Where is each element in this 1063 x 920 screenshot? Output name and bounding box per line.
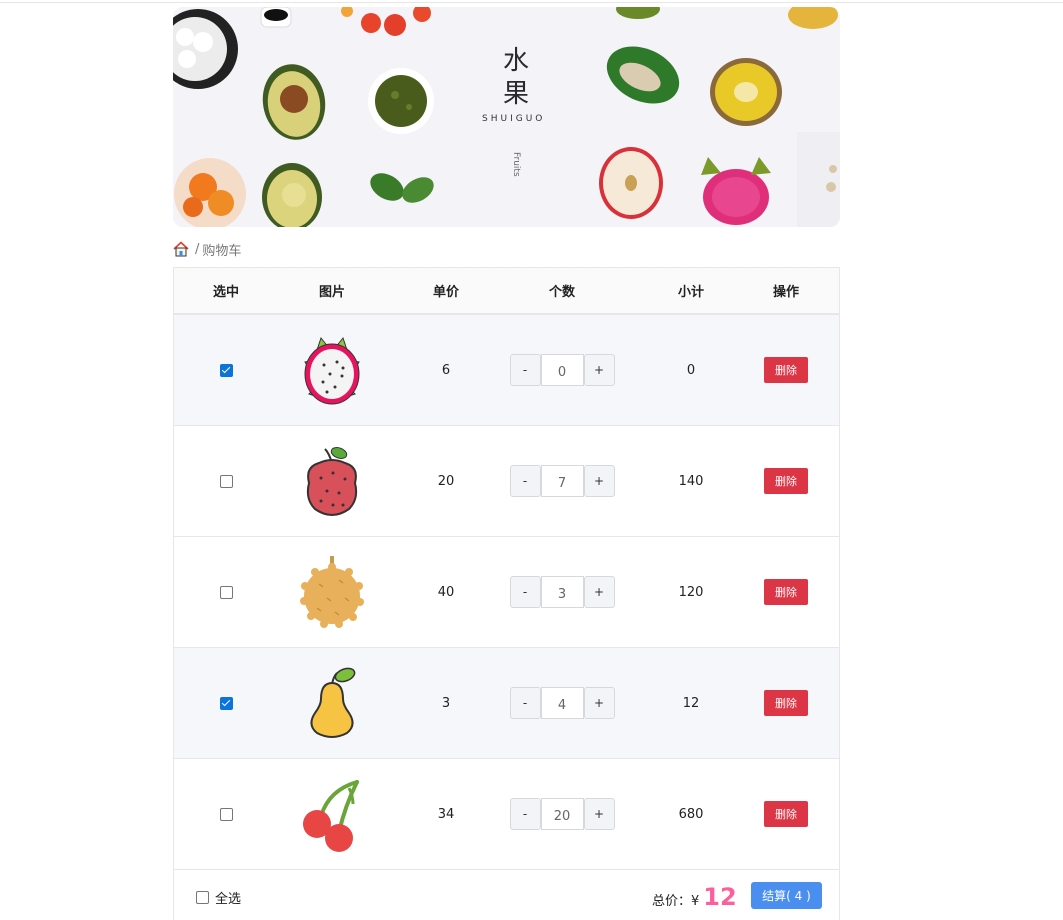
table-row: 20 - 7 + 140 删除 bbox=[174, 426, 839, 537]
table-row: 34 - 20 + 680 删除 bbox=[174, 759, 839, 870]
row-subtotal: 0 bbox=[686, 362, 696, 378]
row-checkbox[interactable] bbox=[219, 585, 233, 599]
increment-button[interactable]: + bbox=[583, 687, 615, 719]
select-all-checkbox[interactable] bbox=[196, 891, 209, 904]
quantity-input[interactable]: 20 bbox=[540, 798, 584, 830]
delete-button[interactable]: 删除 bbox=[764, 468, 808, 494]
quantity-stepper: - 20 + bbox=[509, 798, 615, 830]
row-price: 20 bbox=[437, 473, 455, 489]
header-select: 选中 bbox=[212, 285, 239, 300]
durian-icon bbox=[300, 556, 364, 628]
delete-button[interactable]: 删除 bbox=[764, 579, 808, 605]
quantity-stepper: - 4 + bbox=[509, 687, 615, 719]
decrement-button[interactable]: - bbox=[509, 798, 541, 830]
header-subtotal: 小计 bbox=[677, 285, 704, 300]
increment-button[interactable]: + bbox=[583, 576, 615, 608]
header-image: 图片 bbox=[318, 285, 345, 300]
header-quantity: 个数 bbox=[548, 285, 575, 300]
row-subtotal: 140 bbox=[678, 473, 704, 489]
decrement-button[interactable]: - bbox=[509, 465, 541, 497]
row-checkbox[interactable] bbox=[219, 474, 233, 488]
row-price: 6 bbox=[441, 362, 451, 378]
row-price: 34 bbox=[437, 806, 455, 822]
banner-title-char-1: 水 bbox=[503, 46, 530, 76]
fruit-banner: 水 果 SHUIGUO Fruits bbox=[173, 7, 840, 227]
banner-subtitle: SHUIGUO bbox=[482, 114, 546, 124]
breadcrumb-separator: / bbox=[195, 241, 200, 257]
pear-icon bbox=[310, 667, 356, 738]
cart-footer: 全选 总价：¥ 12 结算( 4 ) bbox=[173, 869, 840, 920]
dragon-fruit-icon bbox=[304, 336, 360, 405]
lychee-icon bbox=[306, 447, 358, 516]
banner-title-char-2: 果 bbox=[503, 79, 530, 109]
row-price: 40 bbox=[437, 584, 455, 600]
top-divider bbox=[0, 2, 1063, 3]
row-checkbox[interactable] bbox=[219, 696, 233, 710]
quantity-input[interactable]: 7 bbox=[540, 465, 584, 497]
delete-button[interactable]: 删除 bbox=[764, 690, 808, 716]
table-row: 3 - 4 + 12 删除 bbox=[174, 648, 839, 759]
total-amount: 12 bbox=[703, 883, 737, 911]
breadcrumb: / 购物车 bbox=[173, 240, 242, 259]
increment-button[interactable]: + bbox=[583, 465, 615, 497]
decrement-button[interactable]: - bbox=[509, 576, 541, 608]
select-all-label: 全选 bbox=[215, 892, 242, 907]
row-checkbox[interactable] bbox=[219, 807, 233, 821]
table-row: 6 - 0 + 0 删除 bbox=[174, 315, 839, 426]
decrement-button[interactable]: - bbox=[509, 687, 541, 719]
decrement-button[interactable]: - bbox=[509, 354, 541, 386]
delete-button[interactable]: 删除 bbox=[764, 357, 808, 383]
quantity-input[interactable]: 3 bbox=[540, 576, 584, 608]
cart-table: 选中 图片 单价 个数 小计 操作 6 - 0 + 0 删除 20 - 7 + … bbox=[173, 267, 840, 920]
table-header: 选中 图片 单价 个数 小计 操作 bbox=[174, 268, 839, 315]
home-icon[interactable] bbox=[173, 241, 189, 257]
header-actions: 操作 bbox=[772, 285, 799, 300]
quantity-stepper: - 7 + bbox=[509, 465, 615, 497]
increment-button[interactable]: + bbox=[583, 798, 615, 830]
total-price: 总价：¥ 12 bbox=[652, 883, 737, 911]
header-price: 单价 bbox=[432, 285, 459, 300]
table-row: 40 - 3 + 120 删除 bbox=[174, 537, 839, 648]
select-all[interactable]: 全选 bbox=[196, 888, 241, 907]
cherry-icon bbox=[303, 780, 359, 852]
breadcrumb-current: 购物车 bbox=[202, 243, 242, 259]
quantity-input[interactable]: 4 bbox=[540, 687, 584, 719]
row-price: 3 bbox=[441, 695, 451, 711]
total-label: 总价：¥ bbox=[652, 894, 700, 909]
row-subtotal: 680 bbox=[678, 806, 704, 822]
row-subtotal: 12 bbox=[682, 695, 700, 711]
row-checkbox[interactable] bbox=[219, 363, 233, 377]
quantity-input[interactable]: 0 bbox=[540, 354, 584, 386]
increment-button[interactable]: + bbox=[583, 354, 615, 386]
quantity-stepper: - 0 + bbox=[509, 354, 615, 386]
banner-vertical-text: Fruits bbox=[511, 152, 521, 177]
row-subtotal: 120 bbox=[678, 584, 704, 600]
quantity-stepper: - 3 + bbox=[509, 576, 615, 608]
checkout-button[interactable]: 结算( 4 ) bbox=[751, 882, 822, 909]
delete-button[interactable]: 删除 bbox=[764, 801, 808, 827]
